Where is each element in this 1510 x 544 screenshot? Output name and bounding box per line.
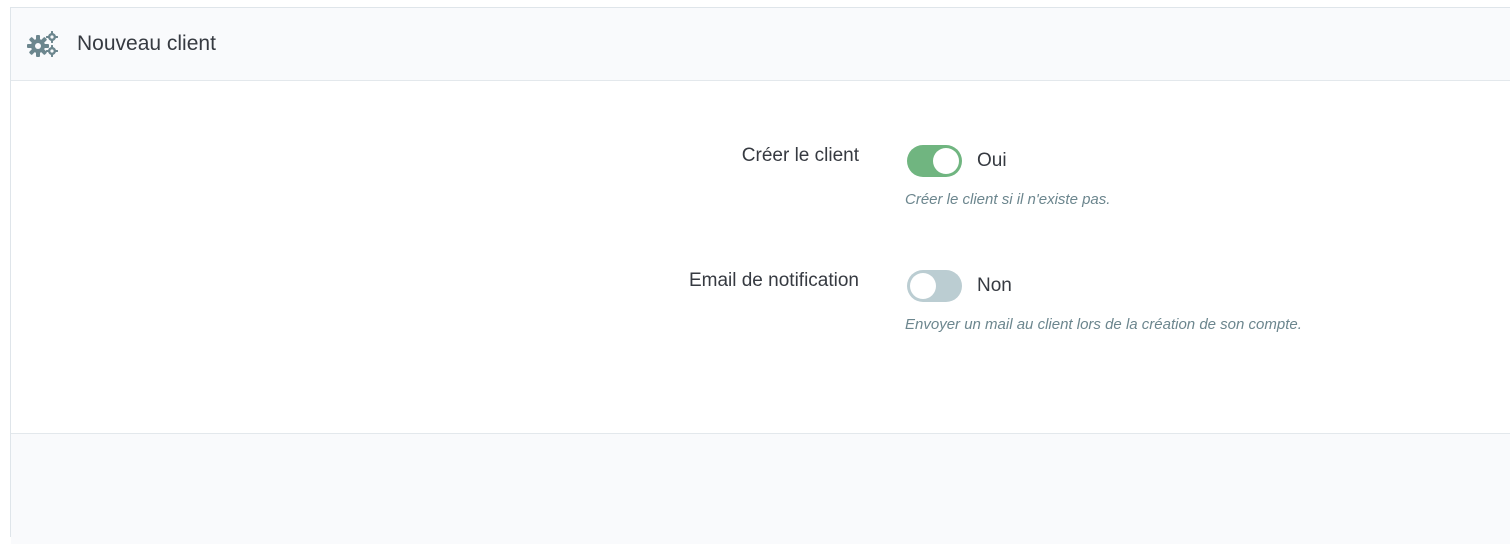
new-client-panel: Nouveau client Créer le client Oui Créer… — [10, 7, 1510, 544]
notification-email-toggle[interactable] — [907, 270, 962, 302]
toggle-knob — [910, 273, 936, 299]
create-client-help: Créer le client si il n'existe pas. — [905, 191, 1111, 208]
panel-header: Nouveau client — [11, 8, 1510, 81]
notification-email-label: Email de notification — [688, 270, 859, 291]
panel-footer — [11, 433, 1510, 544]
create-client-label: Créer le client — [741, 145, 859, 166]
panel-title: Nouveau client — [77, 32, 216, 55]
toggle-knob — [933, 148, 959, 174]
notification-email-switch[interactable]: Non — [907, 270, 1012, 302]
panel-body: Créer le client Oui Créer le client si i… — [11, 81, 1510, 433]
notification-email-help: Envoyer un mail au client lors de la cré… — [905, 316, 1302, 333]
create-client-switch[interactable]: Oui — [907, 145, 1007, 177]
notification-email-state: Non — [977, 275, 1012, 296]
create-client-state: Oui — [977, 150, 1007, 171]
cogs-icon — [27, 30, 61, 58]
create-client-toggle[interactable] — [907, 145, 962, 177]
